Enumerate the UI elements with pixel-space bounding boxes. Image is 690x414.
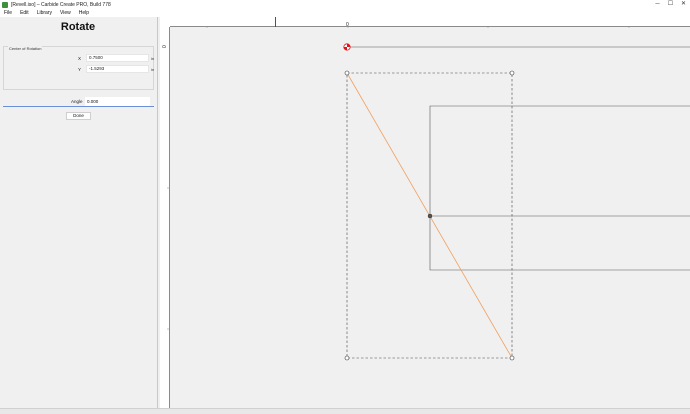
carbide-app-icon <box>2 1 8 8</box>
window-title: [Revell.iso] – Carbide Create PRO, Build… <box>11 1 111 8</box>
rotate-panel: Rotate Center of Rotation X 0.7500 in Y … <box>0 17 158 408</box>
window-controls: ─ ☐ ✕ <box>651 0 690 9</box>
maximize-button[interactable]: ☐ <box>664 0 677 9</box>
vertical-ruler-ticks: 0 <box>162 45 170 330</box>
menu-help[interactable]: Help <box>79 10 89 16</box>
handle-top-right[interactable] <box>509 70 515 76</box>
vector-rectangle[interactable] <box>429 105 690 271</box>
done-button[interactable]: Done <box>66 112 91 120</box>
y-unit: in <box>151 67 155 72</box>
angle-label: Angle <box>71 99 83 104</box>
horizontal-ruler: 0 <box>170 17 690 30</box>
menu-file[interactable]: File <box>4 10 12 16</box>
status-strip <box>0 408 690 414</box>
rotation-center-point[interactable] <box>427 213 433 219</box>
center-of-rotation-group: Center of Rotation X 0.7500 in Y -1.5293… <box>3 46 154 90</box>
center-of-rotation-label: Center of Rotation <box>8 46 43 51</box>
design-canvas[interactable] <box>171 28 690 408</box>
x-unit: in <box>151 56 155 61</box>
handle-bottom-left[interactable] <box>344 355 350 361</box>
menu-edit[interactable]: Edit <box>20 10 29 16</box>
menu-bar: File Edit Library View Help <box>0 9 690 17</box>
center-x-input[interactable]: 0.7500 <box>86 54 149 62</box>
ruler-corner <box>160 17 170 27</box>
x-label: X <box>78 56 82 61</box>
ruler-left-zero-label: 0 <box>162 45 168 48</box>
close-button[interactable]: ✕ <box>677 0 690 9</box>
y-label: Y <box>78 67 82 72</box>
panel-title: Rotate <box>60 21 96 33</box>
handle-bottom-right[interactable] <box>509 355 515 361</box>
center-x-row: X 0.7500 in <box>4 54 155 63</box>
menu-view[interactable]: View <box>60 10 71 16</box>
center-y-input[interactable]: -1.5293 <box>86 65 149 73</box>
vertical-ruler: 0 <box>160 27 170 408</box>
handle-top-left[interactable] <box>344 70 350 76</box>
center-y-row: Y -1.5293 in <box>4 65 155 74</box>
carbide-create-window: [Revell.iso] – Carbide Create PRO, Build… <box>0 0 690 414</box>
origin-marker-quadrant <box>343 47 347 51</box>
cursor-position-marker <box>275 17 276 27</box>
canvas-drawing <box>343 43 690 361</box>
title-bar: [Revell.iso] – Carbide Create PRO, Build… <box>0 0 690 9</box>
angle-row: Angle 0.000 <box>3 97 154 107</box>
minimize-button[interactable]: ─ <box>651 0 664 9</box>
menu-library[interactable]: Library <box>37 10 52 16</box>
origin-marker-quadrant <box>347 43 351 47</box>
angle-input[interactable]: 0.000 <box>85 97 150 106</box>
